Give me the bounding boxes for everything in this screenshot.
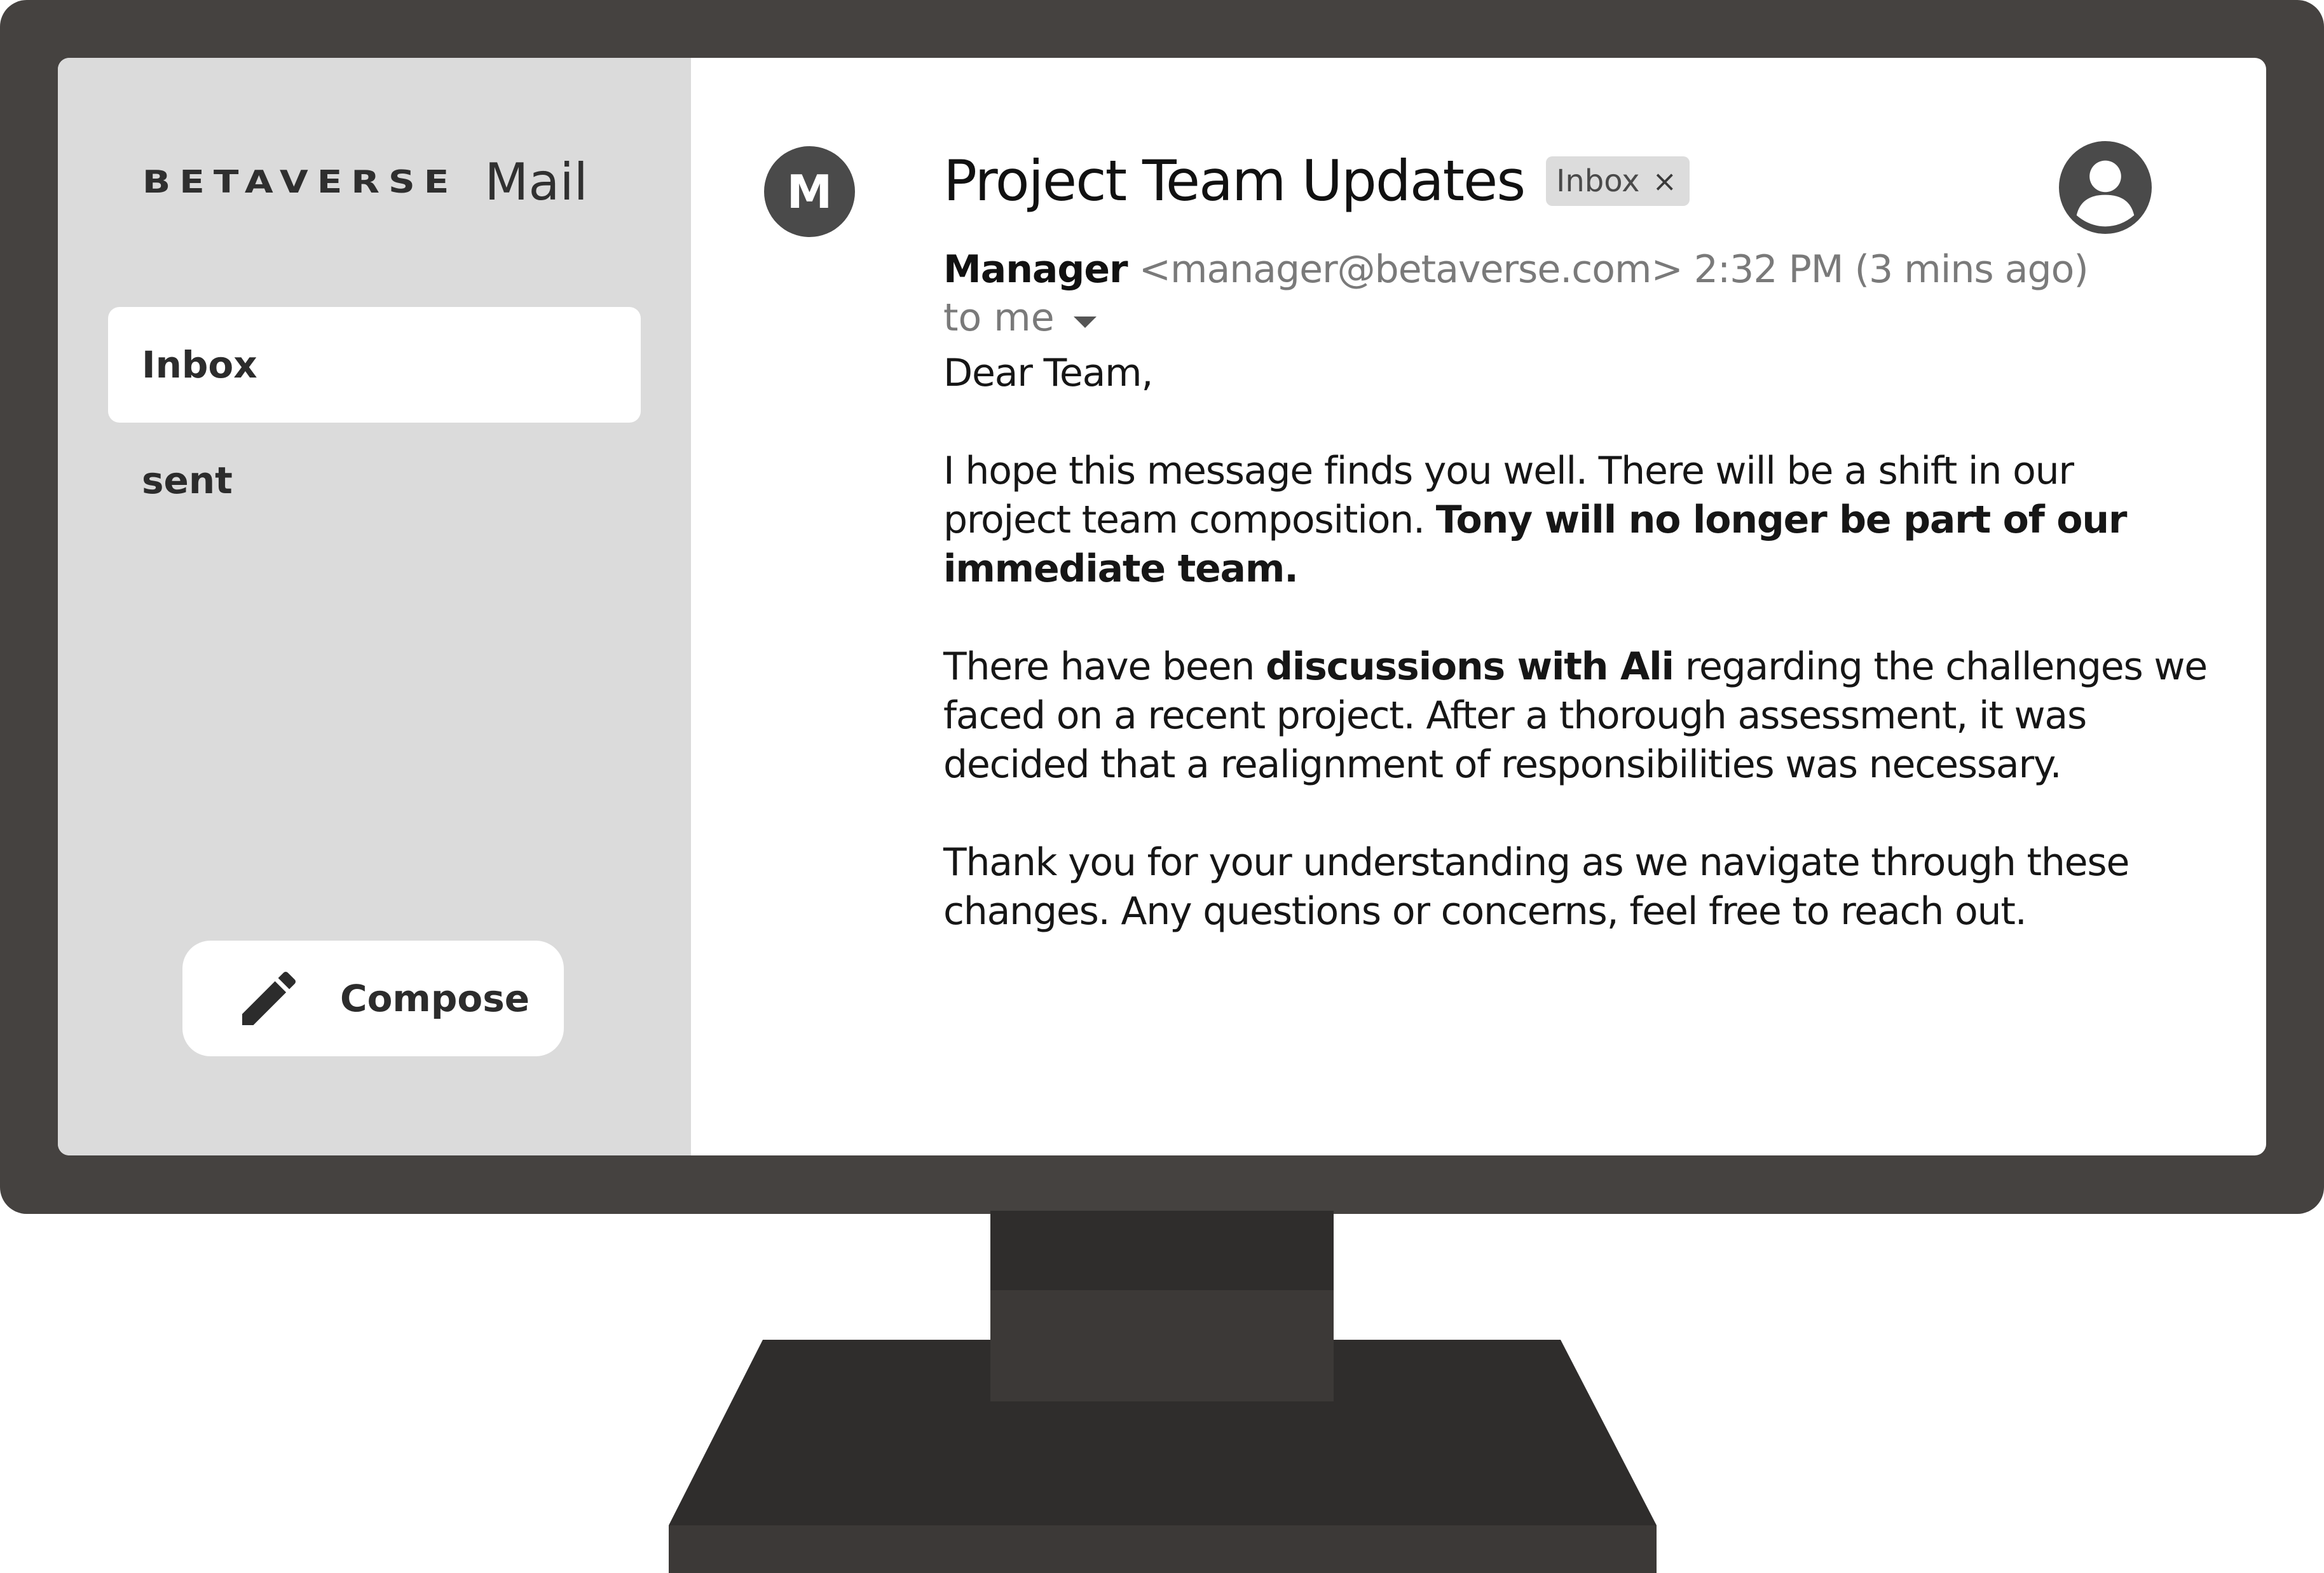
body-text: project team composition. xyxy=(943,498,1436,542)
sidebar-item-label: sent xyxy=(142,459,233,502)
compose-label: Compose xyxy=(340,977,530,1020)
body-bold-text: discussions with Ali xyxy=(1266,644,1674,689)
label-chip-text: Inbox xyxy=(1556,163,1640,199)
sender-avatar: M xyxy=(764,146,855,237)
body-paragraph: I hope this message finds you well. Ther… xyxy=(943,447,2215,594)
subject-row: Project Team Updates Inbox × xyxy=(943,148,1690,214)
body-bold-text: immediate team. xyxy=(943,547,1299,591)
body-text: There have been xyxy=(943,644,1266,689)
sender-email: <manager@betaverse.com> xyxy=(1138,247,1683,292)
compose-button[interactable]: Compose xyxy=(182,941,564,1056)
sidebar: BETAVERSE Mail Inbox sent Compose xyxy=(58,58,691,1155)
email-app-window: BETAVERSE Mail Inbox sent Compose M Proj… xyxy=(58,58,2266,1155)
monitor-scene: BETAVERSE Mail Inbox sent Compose M Proj… xyxy=(0,0,2324,1573)
email-body: Dear Team, I hope this message finds you… xyxy=(943,349,2215,985)
body-text: changes. Any questions or concerns, feel… xyxy=(943,889,2027,934)
brand-logo: BETAVERSE xyxy=(142,163,458,200)
body-text: Thank you for your understanding as we n… xyxy=(943,840,2129,885)
brand: BETAVERSE Mail xyxy=(142,147,588,217)
body-text: faced on a recent project. After a thoro… xyxy=(943,693,2087,738)
body-text: regarding the challenges we xyxy=(1673,644,2208,689)
close-icon[interactable]: × xyxy=(1653,164,1678,198)
sender-line: Manager <manager@betaverse.com> 2:32 PM … xyxy=(943,247,2089,292)
sender-name: Manager xyxy=(943,247,1128,292)
body-greeting: Dear Team, xyxy=(943,349,2215,398)
sidebar-item-inbox[interactable]: Inbox xyxy=(108,307,641,423)
body-paragraph: Thank you for your understanding as we n… xyxy=(943,838,2215,936)
body-text: I hope this message finds you well. Ther… xyxy=(943,449,2074,493)
greeting-text: Dear Team, xyxy=(943,351,1153,395)
sidebar-item-sent[interactable]: sent xyxy=(108,423,641,538)
chevron-down-icon xyxy=(1073,317,1097,328)
body-text: decided that a realignment of responsibi… xyxy=(943,742,2062,787)
recipient-text: to me xyxy=(943,296,1055,340)
inbox-label-chip[interactable]: Inbox × xyxy=(1546,156,1690,206)
body-paragraph: There have been discussions with Ali reg… xyxy=(943,643,2215,789)
email-time: 2:32 PM (3 mins ago) xyxy=(1693,247,2089,292)
email-subject: Project Team Updates xyxy=(943,148,1526,214)
body-bold-text: Tony will no longer be part of our xyxy=(1435,498,2128,542)
account-circle-icon[interactable] xyxy=(2059,141,2152,234)
pencil-icon xyxy=(242,971,296,1025)
brand-app-name: Mail xyxy=(484,152,588,212)
recipient-dropdown[interactable]: to me xyxy=(943,296,1097,340)
sidebar-item-label: Inbox xyxy=(142,343,257,386)
